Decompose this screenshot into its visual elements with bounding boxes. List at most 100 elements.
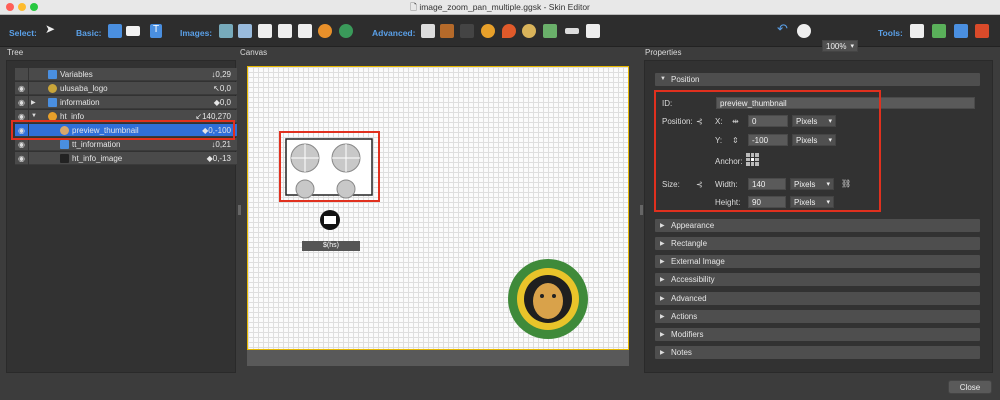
page-tool-icon[interactable] bbox=[910, 24, 924, 38]
section-advanced[interactable]: ▶ Advanced bbox=[655, 292, 980, 305]
translate-tool-icon[interactable] bbox=[954, 24, 968, 38]
canvas[interactable]: $(hs) bbox=[247, 66, 629, 350]
leopard-logo bbox=[508, 259, 588, 339]
pin-tool-icon[interactable] bbox=[502, 24, 516, 38]
tree-row-variables[interactable]: Variables ↓0,29 bbox=[15, 68, 237, 81]
screen-tool-icon[interactable] bbox=[543, 24, 557, 38]
tools-label: Tools: bbox=[878, 28, 903, 38]
section-label: Modifiers bbox=[671, 330, 704, 339]
paint-tool-icon[interactable] bbox=[932, 24, 946, 38]
section-label: Advanced bbox=[671, 294, 707, 303]
tree-row-value: ↓0,21 bbox=[211, 140, 231, 149]
lock-toggle[interactable] bbox=[29, 82, 39, 95]
section-modifiers[interactable]: ▶ Modifiers bbox=[655, 328, 980, 341]
title-bar: 🗋 image_zoom_pan_multiple.ggsk - Skin Ed… bbox=[0, 0, 1000, 15]
pdf-tool-icon[interactable] bbox=[278, 24, 292, 38]
images-label: Images: bbox=[180, 28, 213, 38]
section-actions[interactable]: ▶ Actions bbox=[655, 310, 980, 323]
chevron-down-icon: ▼ bbox=[660, 76, 666, 82]
image-tool-icon[interactable] bbox=[219, 24, 233, 38]
chevron-right-icon: ▶ bbox=[660, 241, 665, 247]
canvas-highlight-box bbox=[279, 131, 380, 202]
section-label: Actions bbox=[671, 312, 698, 321]
list-tool-icon[interactable] bbox=[460, 24, 474, 38]
pointer-tool-icon[interactable]: ➤ bbox=[45, 22, 59, 36]
text-icon bbox=[48, 70, 57, 79]
properties-header: Properties bbox=[645, 48, 682, 57]
code-tool-icon[interactable] bbox=[586, 24, 600, 38]
section-rectangle[interactable]: ▶ Rectangle bbox=[655, 237, 980, 250]
chevron-right-icon: ▶ bbox=[660, 223, 665, 229]
chevron-down-icon: ▾ bbox=[850, 43, 854, 50]
svg-tool-icon[interactable] bbox=[258, 24, 272, 38]
tree-row-ht-info-image[interactable]: ◉ ht_info_image ◆0,-13 bbox=[15, 152, 237, 165]
window-title: 🗋 image_zoom_pan_multiple.ggsk - Skin Ed… bbox=[0, 2, 1000, 16]
dial-tool-icon[interactable] bbox=[522, 24, 536, 38]
text-icon bbox=[60, 140, 69, 149]
document-icon: 🗋 bbox=[410, 2, 420, 12]
tree-row-label: Variables bbox=[60, 70, 93, 79]
tree-header: Tree bbox=[7, 48, 24, 57]
text-tool-icon[interactable]: T bbox=[150, 24, 162, 38]
tree-highlight-box bbox=[11, 120, 235, 140]
tree-row-label: ulusaba_logo bbox=[60, 84, 108, 93]
tree-row-label: ht_info_image bbox=[72, 154, 123, 163]
toolbar: Select: ➤ Basic: T Images: Advanced: ↶ 1… bbox=[0, 15, 1000, 52]
section-notes[interactable]: ▶ Notes bbox=[655, 346, 980, 359]
close-button[interactable]: Close bbox=[948, 380, 992, 394]
canvas-header: Canvas bbox=[240, 48, 268, 57]
factory-tool-icon[interactable] bbox=[975, 24, 989, 38]
section-accessibility[interactable]: ▶ Accessibility bbox=[655, 273, 980, 286]
section-label: Position bbox=[671, 75, 700, 84]
tree-row-value: ↖0,0 bbox=[213, 84, 231, 93]
tree-panel: Variables ↓0,29 ◉ ulusaba_logo ↖0,0 ◉ ▶ … bbox=[6, 60, 237, 373]
chevron-right-icon[interactable]: ▶ bbox=[29, 96, 39, 109]
undo-icon[interactable]: ↶ bbox=[777, 21, 791, 36]
section-label: Appearance bbox=[671, 221, 715, 230]
tree-row-label: information bbox=[60, 98, 100, 107]
folder-tool-icon[interactable] bbox=[108, 24, 122, 38]
lock-toggle[interactable] bbox=[29, 68, 39, 81]
basic-label: Basic: bbox=[76, 28, 102, 38]
advanced-label: Advanced: bbox=[372, 28, 416, 38]
visibility-toggle[interactable] bbox=[15, 68, 29, 81]
folder-icon bbox=[48, 98, 57, 107]
compass-tool-icon[interactable] bbox=[481, 24, 495, 38]
leopard-face bbox=[533, 283, 563, 319]
section-external-image[interactable]: ▶ External Image bbox=[655, 255, 980, 268]
tree-row-value: ◆0,0 bbox=[213, 98, 231, 107]
chevron-right-icon: ▶ bbox=[660, 296, 665, 302]
tree-row-information[interactable]: ◉ ▶ information ◆0,0 bbox=[15, 96, 237, 109]
splitter-handle[interactable] bbox=[640, 205, 643, 215]
tree-row-value: ◆0,-13 bbox=[206, 154, 231, 163]
zoom-value: 100% bbox=[826, 42, 847, 51]
globe-tool-icon[interactable] bbox=[318, 24, 332, 38]
chevron-right-icon: ▶ bbox=[660, 350, 665, 356]
grid-tool-icon[interactable] bbox=[440, 24, 454, 38]
section-label: Notes bbox=[671, 348, 692, 357]
zoom-select[interactable]: 100% ▾ bbox=[822, 40, 858, 52]
tree-row-label: tt_information bbox=[72, 140, 121, 149]
window-title-text: image_zoom_pan_multiple.ggsk - Skin Edit… bbox=[419, 2, 590, 12]
lock-toggle[interactable] bbox=[29, 152, 39, 165]
map-tool-icon[interactable] bbox=[339, 24, 353, 38]
tree-row-ulusaba-logo[interactable]: ◉ ulusaba_logo ↖0,0 bbox=[15, 82, 237, 95]
properties-highlight-box bbox=[654, 90, 881, 212]
rectangle-tool-icon[interactable] bbox=[126, 26, 140, 36]
section-label: External Image bbox=[671, 257, 725, 266]
eye-icon[interactable]: ◉ bbox=[15, 96, 29, 109]
chevron-right-icon: ▶ bbox=[660, 277, 665, 283]
slider-tool-icon[interactable] bbox=[565, 28, 579, 34]
zoom-icon[interactable] bbox=[797, 24, 811, 38]
video-tool-icon[interactable] bbox=[421, 24, 435, 38]
tree-row-value: ↓0,29 bbox=[211, 70, 231, 79]
select-label: Select: bbox=[9, 28, 37, 38]
section-position[interactable]: ▼ Position bbox=[655, 73, 980, 86]
document-tool-icon[interactable] bbox=[298, 24, 312, 38]
section-appearance[interactable]: ▶ Appearance bbox=[655, 219, 980, 232]
splitter-handle[interactable] bbox=[238, 205, 241, 215]
eye-icon[interactable]: ◉ bbox=[15, 152, 29, 165]
eye-icon[interactable]: ◉ bbox=[15, 82, 29, 95]
canvas-area[interactable]: $(hs) bbox=[247, 66, 629, 366]
image-button-tool-icon[interactable] bbox=[238, 24, 252, 38]
